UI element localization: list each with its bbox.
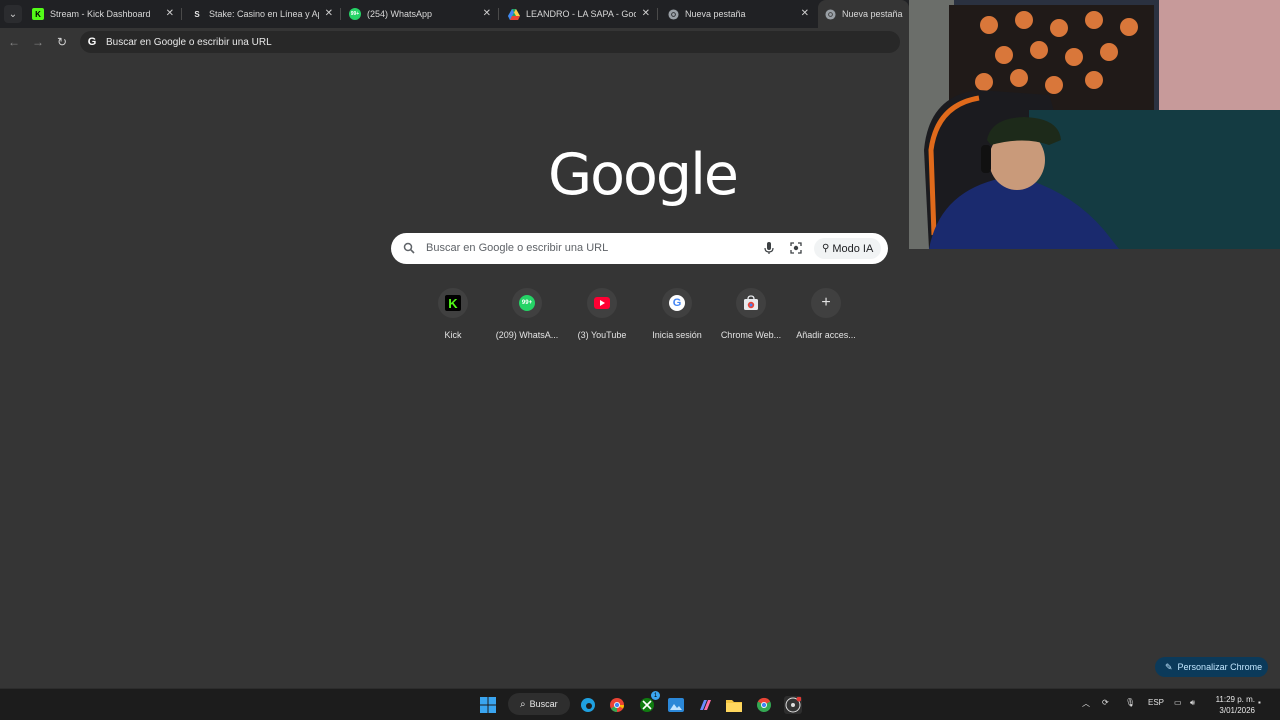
ai-mode-button[interactable]: ⚲ Modo IA — [814, 238, 882, 259]
xbox-badge: 1 — [651, 691, 660, 700]
close-icon[interactable]: ✕ — [166, 8, 174, 19]
shortcut-icon-container: + — [811, 288, 841, 318]
file-explorer-icon[interactable] — [725, 696, 743, 714]
forward-arrow-icon[interactable]: → — [30, 34, 46, 50]
microphone-icon[interactable] — [762, 241, 776, 255]
back-arrow-icon[interactable]: ← — [6, 34, 22, 50]
edge-icon[interactable] — [579, 696, 597, 714]
search-icon — [403, 242, 415, 254]
stake-icon: S — [194, 9, 200, 19]
tab-kick-dashboard[interactable]: K Stream - Kick Dashboard ✕ — [28, 0, 180, 28]
shortcut-label: (3) YouTube — [577, 330, 627, 340]
tab-divider — [657, 8, 658, 20]
photos-icon[interactable] — [667, 696, 685, 714]
tab-new-tab-active[interactable]: Nueva pestaña — [818, 0, 909, 28]
microphone-icon[interactable]: 🎙︎ — [1125, 698, 1135, 707]
address-bar-text: Buscar en Google o escribir una URL — [106, 36, 272, 48]
shortcut-label: Inicia sesión — [652, 330, 702, 340]
shortcut-icon-container — [587, 288, 617, 318]
shortcut-icon-container: K — [438, 288, 468, 318]
ai-sparkle-search-icon: ⚲ — [822, 243, 830, 254]
shortcut-youtube[interactable]: (3) YouTube — [565, 288, 639, 340]
kick-icon: K — [32, 8, 44, 20]
tab-title: Nueva pestaña — [685, 9, 746, 19]
shortcut-icon-container: G — [662, 288, 692, 318]
close-icon[interactable]: ✕ — [325, 8, 333, 19]
webcam-feed-image — [909, 0, 1280, 249]
address-bar[interactable]: G Buscar en Google o escribir una URL — [80, 31, 900, 53]
pencil-icon: ✎ — [1165, 661, 1173, 672]
taskbar-search-button[interactable]: ⌕ Buscar — [508, 693, 570, 715]
clock-date: 3/01/2026 — [1219, 706, 1255, 715]
volume-icon[interactable]: 🔊︎ — [1190, 698, 1195, 708]
sync-icon[interactable]: ⟳ — [1102, 698, 1109, 707]
xbox-icon[interactable]: 1 — [638, 691, 660, 714]
close-icon[interactable]: ✕ — [801, 8, 809, 19]
search-box[interactable]: Buscar en Google o escribir una URL ⚲ Mo… — [391, 233, 888, 264]
language-indicator[interactable]: ESP — [1148, 698, 1164, 707]
shortcut-kick[interactable]: K Kick — [416, 288, 490, 340]
tab-divider — [181, 8, 182, 20]
tab-title: Stream - Kick Dashboard — [50, 9, 151, 19]
shortcut-whatsapp[interactable]: 99+ (209) WhatsA... — [490, 288, 564, 340]
whatsapp-icon: 99+ — [349, 8, 361, 20]
taskbar-clock[interactable]: 11:29 p. m. 3/01/2026 — [1205, 694, 1255, 716]
copilot-icon[interactable] — [696, 696, 714, 714]
tab-divider — [340, 8, 341, 20]
windows-start-icon[interactable] — [479, 696, 497, 714]
chrome-icon — [824, 8, 836, 20]
close-icon[interactable]: ✕ — [642, 8, 650, 19]
shortcut-icon-container: 99+ — [512, 288, 542, 318]
chrome-icon — [667, 8, 679, 20]
tab-title: LEANDRO - LA SAPA - Google D — [526, 9, 636, 19]
taskbar-search-label: Buscar — [529, 699, 558, 709]
tab-whatsapp[interactable]: 99+ (254) WhatsApp ✕ — [345, 0, 497, 28]
chrome-icon[interactable] — [608, 696, 626, 714]
whatsapp-icon: 99+ — [519, 295, 535, 311]
webcam-overlay — [909, 0, 1280, 249]
tab-new-tab[interactable]: Nueva pestaña ✕ — [663, 0, 815, 28]
shortcut-label: Chrome Web... — [720, 330, 782, 340]
reload-icon[interactable]: ↻ — [54, 34, 70, 50]
tab-google-drive[interactable]: LEANDRO - LA SAPA - Google D ✕ — [504, 0, 656, 28]
tab-title: (254) WhatsApp — [367, 9, 433, 19]
customize-chrome-label: Personalizar Chrome — [1177, 662, 1263, 672]
shortcut-label: (209) WhatsA... — [495, 330, 559, 340]
google-drive-icon — [508, 8, 520, 20]
chrome-web-store-icon — [744, 295, 758, 310]
customize-chrome-button[interactable]: ✎ Personalizar Chrome — [1155, 657, 1268, 677]
close-icon[interactable]: ✕ — [483, 8, 491, 19]
shortcut-icon-container — [736, 288, 766, 318]
obs-icon[interactable] — [784, 696, 802, 714]
tab-divider — [498, 8, 499, 20]
search-input[interactable]: Buscar en Google o escribir una URL — [426, 242, 608, 254]
kick-icon: K — [445, 295, 461, 311]
tab-title: Stake: Casino en Línea y Apuest — [209, 9, 319, 19]
network-icon[interactable]: ▭ — [1174, 698, 1182, 707]
shortcut-label: Añadir acces... — [796, 330, 856, 340]
ai-mode-label: Modo IA — [832, 242, 874, 255]
shortcut-chrome-web-store[interactable]: Chrome Web... — [714, 288, 788, 340]
youtube-icon — [594, 297, 610, 309]
clock-time: 11:29 p. m. — [1215, 695, 1255, 704]
chevron-up-icon[interactable]: ︿ — [1082, 698, 1090, 709]
shortcut-google-signin[interactable]: G Inicia sesión — [640, 288, 714, 340]
google-icon: G — [87, 36, 97, 48]
google-logo: Google — [548, 142, 739, 208]
windows-taskbar: ⌕ Buscar 1 ︿ ⟳ 🎙︎ ESP ▭ 🔊︎ 11:29 p. m. 3… — [0, 688, 1280, 720]
plus-icon: + — [821, 294, 831, 311]
shortcut-label: Kick — [444, 330, 462, 340]
search-icon: ⌕ — [520, 698, 526, 710]
tab-search-button[interactable]: ⌄ — [4, 5, 22, 23]
shortcut-add[interactable]: + Añadir acces... — [789, 288, 863, 340]
google-lens-icon[interactable] — [789, 241, 803, 255]
google-icon: G — [669, 295, 685, 311]
notification-icon[interactable]: ▪ — [1258, 698, 1261, 707]
tab-stake[interactable]: S Stake: Casino en Línea y Apuest ✕ — [187, 0, 339, 28]
tab-title: Nueva pestaña — [842, 9, 903, 19]
chrome-profile-icon[interactable] — [755, 696, 773, 714]
